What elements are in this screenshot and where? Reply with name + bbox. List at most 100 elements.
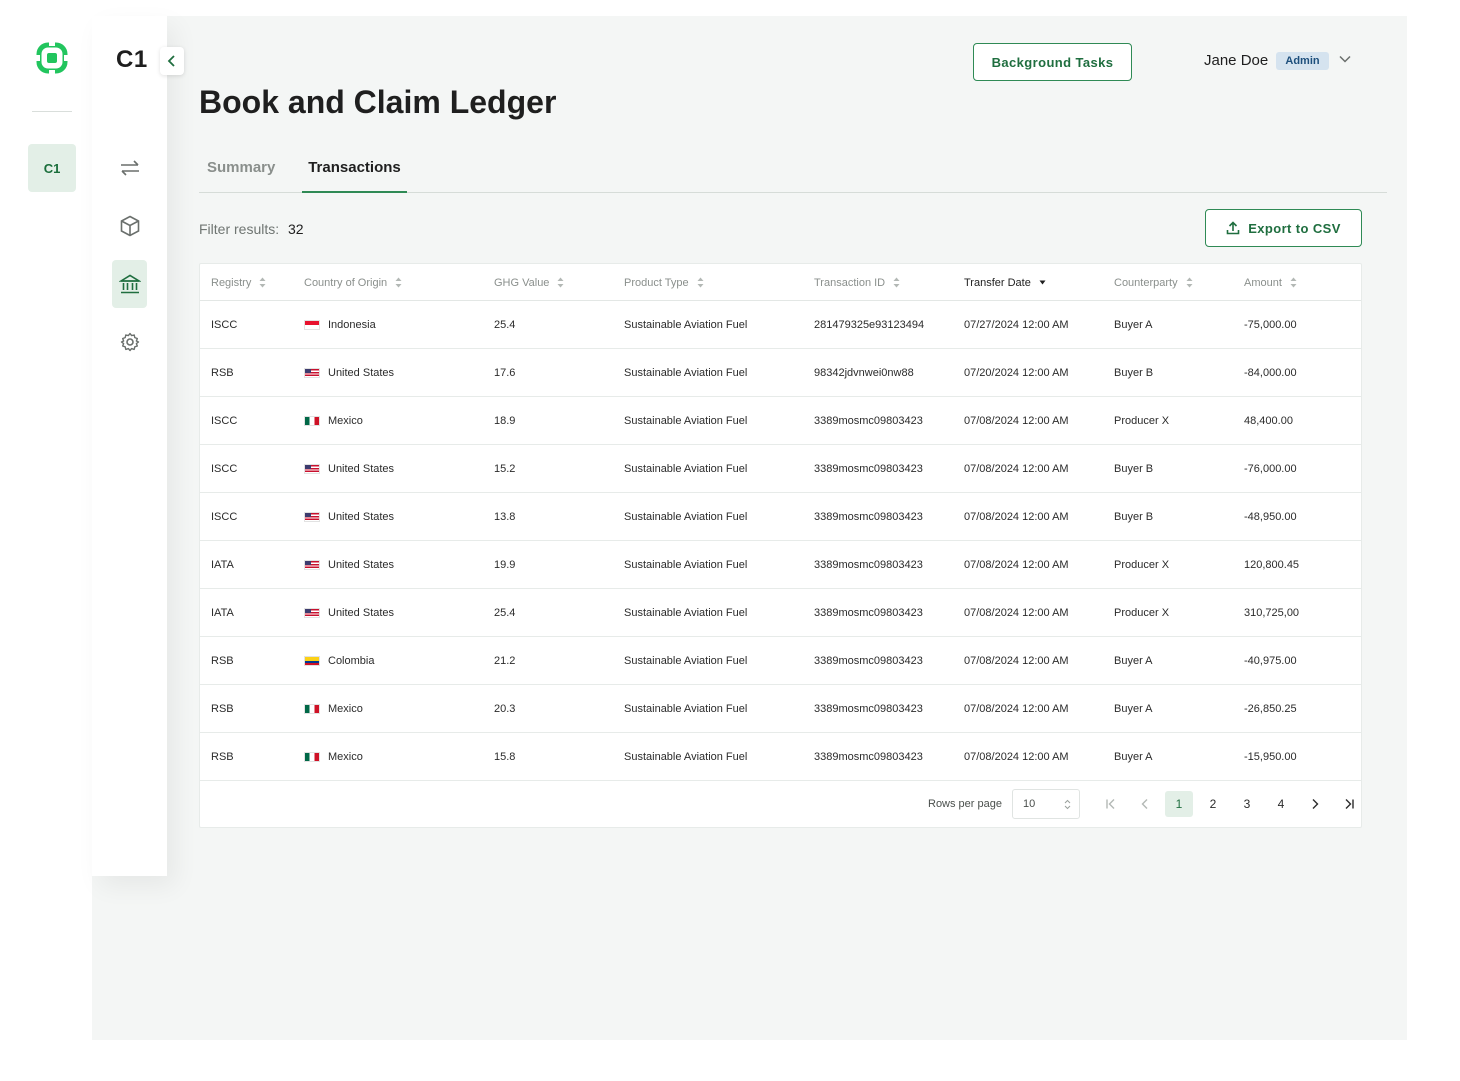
table-row[interactable]: RSB Colombia 21.2 Sustainable Aviation Fuel… bbox=[200, 637, 1361, 685]
column-header-product-type[interactable]: Product Type bbox=[624, 264, 704, 301]
cell-transaction-id: 3389mosmc09803423 bbox=[814, 733, 923, 780]
cell-amount-text: -40,975.00 bbox=[1244, 654, 1297, 667]
rows-per-page-select[interactable]: 10 bbox=[1012, 789, 1080, 819]
cell-registry-text: RSB bbox=[211, 366, 234, 379]
rail-divider bbox=[32, 111, 72, 112]
column-header-label: Product Type bbox=[624, 276, 689, 289]
cell-amount: -75,000.00 bbox=[1244, 301, 1297, 348]
cell-registry-text: ISCC bbox=[211, 318, 238, 331]
chevron-down-icon[interactable] bbox=[1339, 54, 1351, 64]
last-page-button[interactable] bbox=[1335, 791, 1363, 817]
table-row[interactable]: ISCC United States 13.8 Sustainable Aviatio… bbox=[200, 493, 1361, 541]
sort-icon bbox=[1186, 277, 1193, 288]
column-header-country[interactable]: Country of Origin bbox=[304, 264, 402, 301]
background-tasks-button[interactable]: Background Tasks bbox=[973, 43, 1132, 81]
cube-icon bbox=[120, 215, 139, 237]
column-header-amount[interactable]: Amount bbox=[1244, 264, 1297, 301]
cell-amount: -76,000.00 bbox=[1244, 445, 1297, 492]
cell-amount: 310,725,00 bbox=[1244, 589, 1299, 636]
app-logo-icon[interactable] bbox=[34, 40, 70, 76]
page-button-4[interactable]: 4 bbox=[1267, 791, 1295, 817]
tab-transactions[interactable]: Transactions bbox=[302, 156, 407, 193]
table-row[interactable]: RSB Mexico 15.8 Sustainable Aviation Fuel 33… bbox=[200, 733, 1361, 781]
flag-us-icon bbox=[304, 511, 320, 522]
column-header-transaction-id[interactable]: Transaction ID bbox=[814, 264, 900, 301]
chevron-left-icon bbox=[167, 55, 175, 67]
cell-ghg-value: 21.2 bbox=[494, 637, 515, 684]
table-row[interactable]: ISCC United States 15.2 Sustainable Aviatio… bbox=[200, 445, 1361, 493]
nav-item-products[interactable] bbox=[112, 202, 147, 250]
cell-product-type-text: Sustainable Aviation Fuel bbox=[624, 702, 748, 715]
cell-registry-text: RSB bbox=[211, 702, 234, 715]
tab-summary[interactable]: Summary bbox=[207, 156, 275, 193]
sort-desc-icon bbox=[1039, 280, 1046, 285]
first-page-button[interactable] bbox=[1097, 791, 1125, 817]
cell-product-type: Sustainable Aviation Fuel bbox=[624, 445, 747, 492]
cell-product-type: Sustainable Aviation Fuel bbox=[624, 301, 747, 348]
column-header-registry[interactable]: Registry bbox=[211, 264, 266, 301]
table-row[interactable]: RSB Mexico 20.3 Sustainable Aviation Fuel 33… bbox=[200, 685, 1361, 733]
column-header-label: GHG Value bbox=[494, 276, 550, 289]
export-csv-button[interactable]: Export to CSV bbox=[1205, 209, 1362, 247]
cell-registry-text: ISCC bbox=[211, 510, 238, 523]
column-header-transfer-date[interactable]: Transfer Date bbox=[964, 264, 1046, 301]
cell-counterparty-text: Producer X bbox=[1114, 606, 1170, 619]
page-button-1[interactable]: 1 bbox=[1165, 791, 1193, 817]
org-switcher[interactable]: C1 bbox=[28, 144, 76, 192]
cell-transfer-date-text: 07/08/2024 12:00 AM bbox=[964, 702, 1069, 715]
cell-counterparty: Producer X bbox=[1114, 589, 1169, 636]
next-page-button[interactable] bbox=[1301, 791, 1329, 817]
column-header-counterparty[interactable]: Counterparty bbox=[1114, 264, 1193, 301]
table-row[interactable]: ISCC Mexico 18.9 Sustainable Aviation Fuel 3… bbox=[200, 397, 1361, 445]
column-header-ghg[interactable]: GHG Value bbox=[494, 264, 564, 301]
cell-registry-text: ISCC bbox=[211, 414, 238, 427]
cell-country: Colombia bbox=[304, 637, 374, 684]
previous-page-button[interactable] bbox=[1131, 791, 1159, 817]
cell-product-type-text: Sustainable Aviation Fuel bbox=[624, 750, 748, 763]
cell-country-text: United States bbox=[328, 606, 395, 619]
cell-amount-text: -75,000.00 bbox=[1244, 318, 1297, 331]
user-name[interactable]: Jane Doe bbox=[1204, 52, 1268, 69]
cell-transaction-id-text: 3389mosmc09803423 bbox=[814, 558, 923, 571]
cell-amount-text: -26,850.25 bbox=[1244, 702, 1297, 715]
cell-country: Mexico bbox=[304, 733, 363, 780]
cell-counterparty: Producer X bbox=[1114, 397, 1169, 444]
column-header-label: Transaction ID bbox=[814, 276, 886, 289]
cell-transfer-date: 07/08/2024 12:00 AM bbox=[964, 397, 1069, 444]
filter-results-count: 32 bbox=[288, 221, 304, 237]
table-row[interactable]: IATA United States 19.9 Sustainable Aviatio… bbox=[200, 541, 1361, 589]
cell-registry-text: RSB bbox=[211, 654, 234, 667]
cell-transfer-date-text: 07/08/2024 12:00 AM bbox=[964, 414, 1069, 427]
sort-icon bbox=[259, 277, 266, 288]
cell-product-type-text: Sustainable Aviation Fuel bbox=[624, 318, 748, 331]
nav-item-settings[interactable] bbox=[112, 318, 147, 366]
bank-icon bbox=[118, 274, 141, 294]
collapse-nav-button[interactable] bbox=[160, 47, 184, 75]
last-page-icon bbox=[1345, 799, 1354, 809]
nav-item-transfers[interactable] bbox=[112, 144, 147, 192]
nav-item-ledger[interactable] bbox=[112, 260, 147, 308]
rows-per-page-value: 10 bbox=[1023, 798, 1036, 810]
flag-us-icon bbox=[304, 607, 320, 618]
cell-amount: -40,975.00 bbox=[1244, 637, 1297, 684]
cell-ghg-value: 18.9 bbox=[494, 397, 515, 444]
table-row[interactable]: ISCC Indonesia 25.4 Sustainable Aviation Fu… bbox=[200, 301, 1361, 349]
cell-transfer-date-text: 07/27/2024 12:00 AM bbox=[964, 318, 1069, 331]
cell-transaction-id: 98342jdvnwei0nw88 bbox=[814, 349, 914, 396]
cell-transfer-date: 07/08/2024 12:00 AM bbox=[964, 541, 1069, 588]
cell-product-type-text: Sustainable Aviation Fuel bbox=[624, 606, 748, 619]
cell-product-type-text: Sustainable Aviation Fuel bbox=[624, 510, 748, 523]
cell-amount: -84,000.00 bbox=[1244, 349, 1297, 396]
table-row[interactable]: IATA United States 25.4 Sustainable Aviatio… bbox=[200, 589, 1361, 637]
table-row[interactable]: RSB United States 17.6 Sustainable Aviation… bbox=[200, 349, 1361, 397]
cell-ghg-value-text: 21.2 bbox=[494, 654, 516, 667]
cell-country-text: Mexico bbox=[328, 414, 363, 427]
cell-counterparty: Buyer A bbox=[1114, 685, 1153, 732]
page-button-2[interactable]: 2 bbox=[1199, 791, 1227, 817]
flag-mx-icon bbox=[304, 703, 320, 714]
cell-ghg-value: 25.4 bbox=[494, 589, 515, 636]
cell-country-text: Indonesia bbox=[328, 318, 376, 331]
page-button-3[interactable]: 3 bbox=[1233, 791, 1261, 817]
cell-transfer-date-text: 07/08/2024 12:00 AM bbox=[964, 606, 1069, 619]
cell-ghg-value: 25.4 bbox=[494, 301, 515, 348]
